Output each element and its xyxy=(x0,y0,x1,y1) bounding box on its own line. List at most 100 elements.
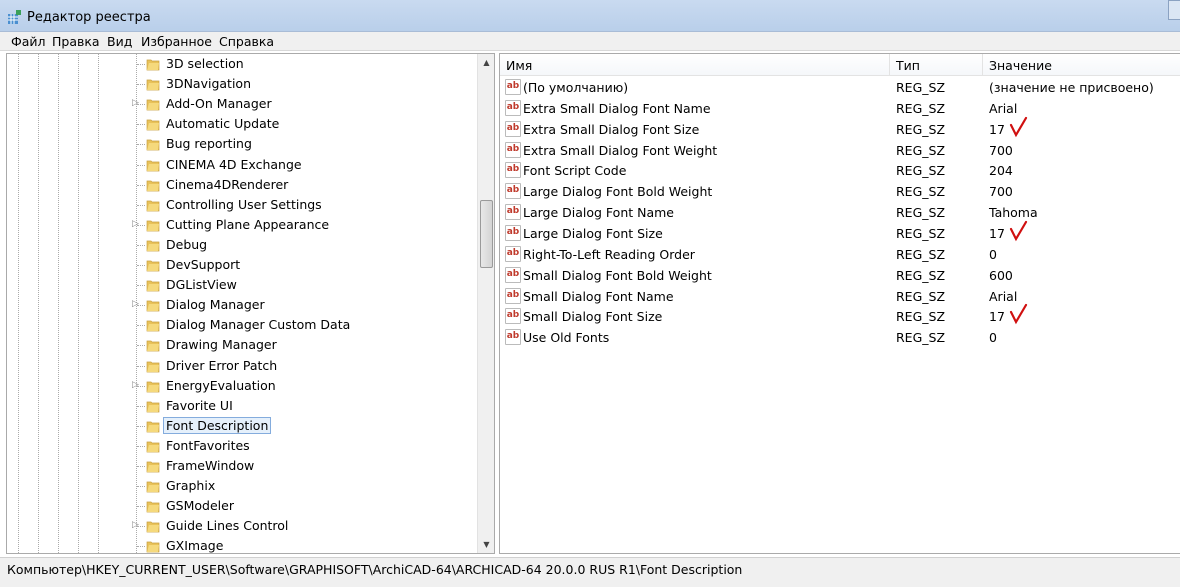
tree-item-label: Controlling User Settings xyxy=(166,196,322,212)
value-row[interactable]: ab Extra Small Dialog Font Name REG_SZ Aria… xyxy=(500,98,1180,119)
tree-item[interactable]: ▷ Add-On Manager xyxy=(7,94,477,114)
value-name: Use Old Fonts xyxy=(523,330,610,346)
tree-item-label: Guide Lines Control xyxy=(166,518,289,534)
list-header: Имя Тип Значение xyxy=(500,54,1180,76)
value-name: Small Dialog Font Size xyxy=(523,309,663,325)
tree-connector xyxy=(137,84,145,86)
column-divider[interactable] xyxy=(982,54,983,76)
value-name: Font Script Code xyxy=(523,163,627,179)
value-data: 0 xyxy=(989,246,997,262)
folder-icon xyxy=(146,240,160,252)
expand-arrow-icon[interactable]: ▷ xyxy=(132,520,139,530)
expand-arrow-icon[interactable]: ▷ xyxy=(132,380,139,390)
value-row[interactable]: ab Small Dialog Font Name REG_SZ Arial xyxy=(500,286,1180,307)
tree-item[interactable]: ▷ Dialog Manager xyxy=(7,295,477,315)
folder-icon xyxy=(146,441,160,453)
tree-item[interactable]: FrameWindow xyxy=(7,456,477,476)
menu-edit[interactable]: Правка xyxy=(52,34,100,49)
tree-item[interactable]: Dialog Manager Custom Data xyxy=(7,315,477,335)
tree-connector xyxy=(137,365,145,367)
value-name: Large Dialog Font Name xyxy=(523,205,674,221)
window-title: Редактор реестра xyxy=(27,10,151,25)
tree-item[interactable]: FontFavorites xyxy=(7,436,477,456)
menu-help[interactable]: Справка xyxy=(219,34,274,49)
string-value-icon: ab xyxy=(505,99,521,116)
scroll-down-arrow-icon[interactable]: ▼ xyxy=(478,536,494,553)
expand-arrow-icon[interactable]: ▷ xyxy=(132,299,139,309)
tree-item[interactable]: ▷ Guide Lines Control xyxy=(7,516,477,536)
expand-arrow-icon[interactable]: ▷ xyxy=(132,98,139,108)
column-header-name[interactable]: Имя xyxy=(506,58,532,73)
tree-item[interactable]: 3D selection xyxy=(7,54,477,74)
values-list: Имя Тип Значение ab (По умолчанию) REG_SZ(… xyxy=(499,53,1180,554)
value-row[interactable]: ab Extra Small Dialog Font Size REG_SZ 17 xyxy=(500,116,1180,140)
tree-item[interactable]: Automatic Update xyxy=(7,114,477,134)
value-row[interactable]: ab Right-To-Left Reading Order REG_SZ 0 xyxy=(500,244,1180,265)
menu-view[interactable]: Вид xyxy=(107,34,132,49)
tree-item-label: Dialog Manager xyxy=(166,297,265,313)
tree-connector xyxy=(137,265,145,266)
folder-icon xyxy=(146,79,160,91)
title-bar: Редактор реестра xyxy=(0,0,1180,32)
tree-item-label: 3DNavigation xyxy=(166,76,251,92)
value-row[interactable]: ab Small Dialog Font Bold Weight REG_SZ 600 xyxy=(500,265,1180,286)
menu-favorites[interactable]: Избранное xyxy=(141,34,212,49)
scroll-up-arrow-icon[interactable]: ▲ xyxy=(478,54,494,71)
tree-item[interactable]: Driver Error Patch xyxy=(7,356,477,376)
menu-file[interactable]: Файл xyxy=(11,34,46,49)
tree-scrollbar[interactable]: ▲ ▼ xyxy=(477,54,494,553)
value-row[interactable]: ab Large Dialog Font Bold Weight REG_SZ 700 xyxy=(500,181,1180,202)
string-value-icon: ab xyxy=(505,141,521,158)
tree-item[interactable]: CINEMA 4D Exchange xyxy=(7,155,477,175)
value-type: REG_SZ xyxy=(896,225,946,241)
expand-arrow-icon[interactable]: ▷ xyxy=(132,219,139,229)
tree-item-label: Graphix xyxy=(166,478,216,494)
value-type: REG_SZ xyxy=(896,246,946,262)
value-data: 17 xyxy=(989,309,1005,325)
value-row[interactable]: ab Large Dialog Font Name REG_SZ Tahoma xyxy=(500,202,1180,223)
value-row[interactable]: ab Large Dialog Font Size REG_SZ 17 xyxy=(500,220,1180,244)
tree-item[interactable]: Graphix xyxy=(7,476,477,496)
tree-connector xyxy=(137,385,145,387)
value-row[interactable]: ab Small Dialog Font Size REG_SZ 17 xyxy=(500,304,1180,327)
key-tree: 3D selection 3DNavigation ▷ Add-On Manager A… xyxy=(6,53,495,554)
tree-item[interactable]: Favorite UI xyxy=(7,396,477,416)
window-controls[interactable] xyxy=(1168,0,1180,20)
value-name: Large Dialog Font Bold Weight xyxy=(523,184,713,200)
value-row[interactable]: ab Use Old Fonts REG_SZ 0 xyxy=(500,327,1180,348)
column-header-value[interactable]: Значение xyxy=(989,58,1052,73)
value-data: Arial xyxy=(989,100,1018,116)
tree-item[interactable]: Drawing Manager xyxy=(7,335,477,355)
tree-item-label: Bug reporting xyxy=(166,136,252,152)
tree-item[interactable]: GXImage xyxy=(7,536,477,553)
tree-item[interactable]: Cinema4DRenderer xyxy=(7,175,477,195)
tree-item[interactable]: DevSupport xyxy=(7,255,477,275)
tree-item-label: 3D selection xyxy=(166,56,244,71)
tree-item[interactable]: Debug xyxy=(7,235,477,255)
tree-connector xyxy=(137,325,145,327)
tree-item[interactable]: ▷ Cutting Plane Appearance xyxy=(7,215,477,235)
tree-connector xyxy=(137,405,145,407)
tree-item[interactable]: Controlling User Settings xyxy=(7,195,477,215)
tree-item[interactable]: GSModeler xyxy=(7,496,477,516)
tree-item[interactable]: Font Description xyxy=(7,416,477,436)
tree-item[interactable]: 3DNavigation xyxy=(7,74,477,94)
tree-item-label: DevSupport xyxy=(166,257,241,272)
scroll-thumb[interactable] xyxy=(480,200,493,268)
value-type: REG_SZ xyxy=(896,330,946,346)
tree-item[interactable]: Bug reporting xyxy=(7,134,477,154)
value-name: Extra Small Dialog Font Name xyxy=(523,100,711,116)
value-type: REG_SZ xyxy=(896,267,946,283)
tree-item-label: Cinema4DRenderer xyxy=(166,176,289,192)
column-divider[interactable] xyxy=(889,54,890,76)
value-row[interactable]: ab (По умолчанию) REG_SZ (значение не присв… xyxy=(500,77,1180,98)
column-header-type[interactable]: Тип xyxy=(896,58,920,73)
string-value-icon: ab xyxy=(505,204,521,221)
value-data: 600 xyxy=(989,267,1013,283)
tree-connector xyxy=(137,546,145,548)
tree-item[interactable]: DGListView xyxy=(7,275,477,295)
value-row[interactable]: ab Font Script Code REG_SZ 204 xyxy=(500,160,1180,181)
tree-item-label: Automatic Update xyxy=(166,116,280,132)
value-row[interactable]: ab Extra Small Dialog Font Weight REG_SZ 70… xyxy=(500,140,1180,161)
tree-item[interactable]: ▷ EnergyEvaluation xyxy=(7,376,477,396)
